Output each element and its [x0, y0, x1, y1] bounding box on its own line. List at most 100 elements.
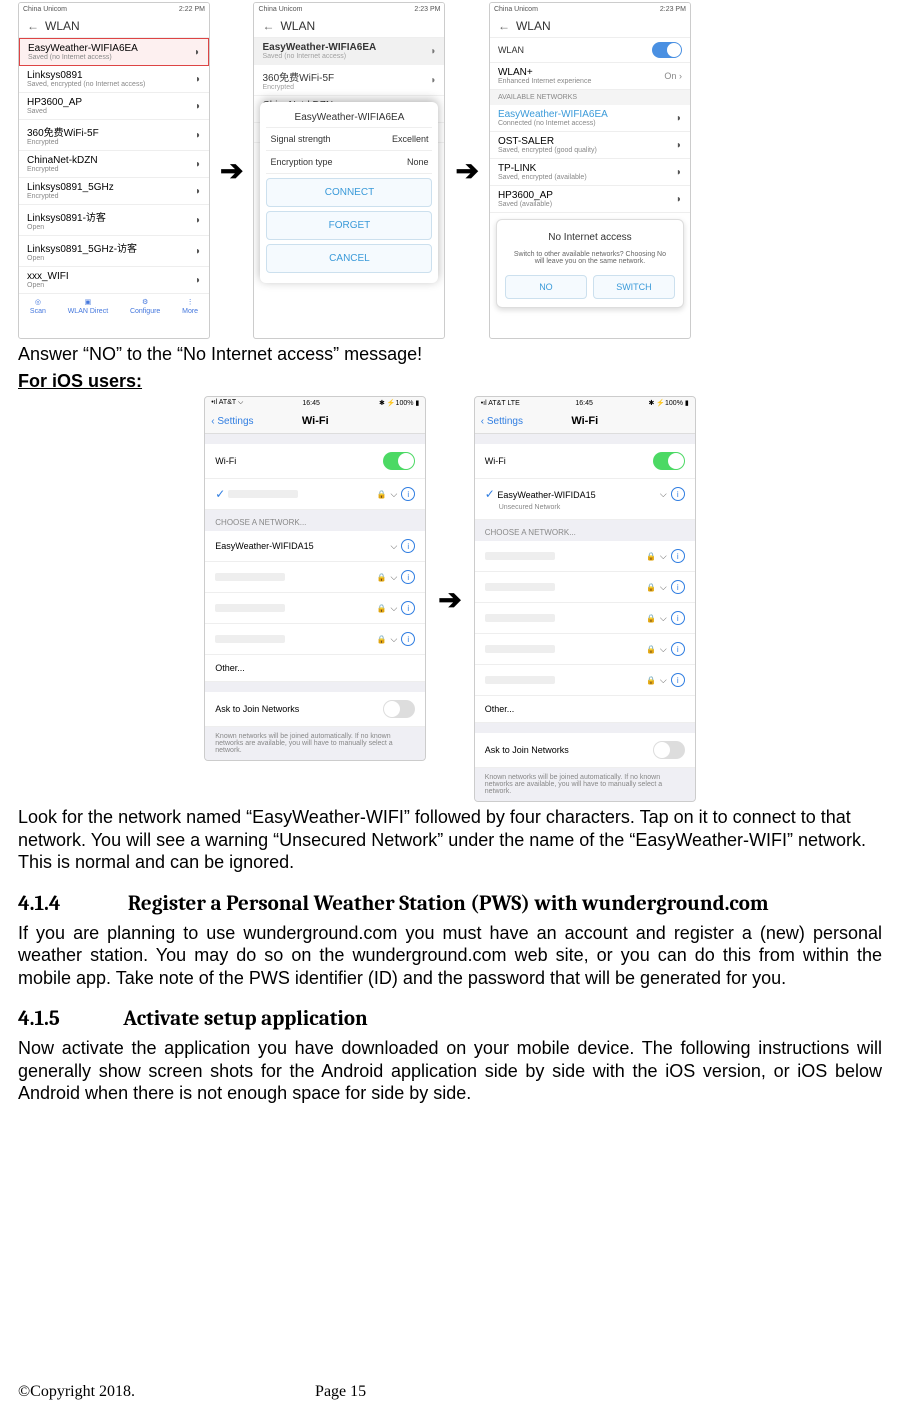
info-icon[interactable]: i — [671, 611, 685, 625]
ask-to-join-row[interactable]: Ask to Join Networks — [475, 733, 695, 768]
screen-title: WLAN — [45, 19, 80, 33]
wlan-plus-row[interactable]: WLAN+Enhanced Internet experience On › — [490, 63, 690, 90]
arrow-right-icon: ➔ — [455, 154, 478, 187]
wifi-network-row[interactable]: 🔒 ⌵ i — [205, 593, 425, 624]
info-icon[interactable]: i — [401, 570, 415, 584]
info-icon[interactable]: i — [671, 580, 685, 594]
wifi-network-row[interactable]: 🔒 ⌵ i — [475, 603, 695, 634]
info-icon[interactable]: i — [401, 632, 415, 646]
choose-network-header: CHOOSE A NETWORK... — [475, 520, 695, 541]
status-bar: China Unicom 2:23 PM — [490, 3, 690, 15]
arrow-right-icon: ➔ — [220, 154, 243, 187]
nav-bar: ‹ Settings Wi-Fi — [205, 409, 425, 434]
switch-button[interactable]: SWITCH — [593, 275, 675, 299]
forget-button[interactable]: FORGET — [266, 211, 432, 240]
choose-network-header: CHOOSE A NETWORK... — [205, 510, 425, 531]
configure-button[interactable]: ⚙Configure — [130, 298, 160, 315]
info-icon[interactable]: i — [401, 487, 415, 501]
wifi-network-row[interactable]: 🔒 ⌵ i — [475, 665, 695, 696]
wifi-item-connected[interactable]: EasyWeather-WIFIA6EAConnected (no Intern… — [490, 105, 690, 132]
back-icon[interactable]: ← — [262, 19, 274, 33]
nav-title: Wi-Fi — [302, 415, 329, 427]
info-icon[interactable]: i — [671, 642, 685, 656]
other-network-row[interactable]: Other... — [475, 696, 695, 723]
ask-to-join-row[interactable]: Ask to Join Networks — [205, 692, 425, 727]
section-4-1-4-paragraph: If you are planning to use wunderground.… — [18, 922, 882, 990]
wifi-signal-icon: ◗ — [676, 194, 682, 205]
info-icon[interactable]: i — [671, 673, 685, 687]
wifi-item[interactable]: HP3600_APSaved (available)◗ — [490, 186, 690, 213]
wifi-item[interactable]: 360免费WiFi-5FEncrypted◗ — [19, 120, 209, 151]
popup-message: Switch to other available networks? Choo… — [505, 247, 675, 269]
wifi-connected-row[interactable]: ✓ EasyWeather-WIFIDA15Unsecured Network … — [475, 479, 695, 520]
wifi-item[interactable]: Linksys0891-访客Open◗ — [19, 205, 209, 236]
ios-wifi-before: •ıl AT&T ⌵16:45✱ ⚡100% ▮ ‹ Settings Wi-F… — [204, 396, 426, 761]
wifi-item[interactable]: Linksys0891_5GHzEncrypted◗ — [19, 178, 209, 205]
info-icon[interactable]: i — [671, 487, 685, 501]
wifi-connected-row[interactable]: ✓ 🔒 ⌵ i — [205, 479, 425, 510]
wifi-item[interactable]: HP3600_APSaved◗ — [19, 93, 209, 120]
info-icon[interactable]: i — [671, 549, 685, 563]
page-footer: ©Copyright 2018. Page 15 — [18, 1383, 882, 1401]
back-settings-button[interactable]: ‹ Settings — [481, 416, 523, 427]
screen-title: WLAN — [280, 19, 315, 33]
ask-toggle[interactable] — [653, 741, 685, 759]
wifi-lock-icon: ◗ — [195, 130, 201, 141]
connect-button[interactable]: CONNECT — [266, 178, 432, 207]
wifi-signal-icon: ◗ — [194, 47, 200, 58]
wifi-toggle[interactable] — [383, 452, 415, 470]
wifi-item[interactable]: OST-SALERSaved, encrypted (good quality)… — [490, 132, 690, 159]
wifi-signal-icon: ◗ — [676, 113, 682, 124]
cancel-button[interactable]: CANCEL — [266, 244, 432, 273]
scan-button[interactable]: ◎Scan — [30, 298, 46, 315]
wifi-toggle[interactable] — [653, 452, 685, 470]
copyright-text: ©Copyright 2018. — [18, 1383, 135, 1401]
wifi-signal-icon: ◗ — [195, 101, 201, 112]
wifi-lock-icon: ◗ — [195, 186, 201, 197]
back-settings-button[interactable]: ‹ Settings — [211, 416, 253, 427]
nav-title: Wi-Fi — [571, 415, 598, 427]
back-icon[interactable]: ← — [498, 19, 510, 33]
section-4-1-5-paragraph: Now activate the application you have do… — [18, 1037, 882, 1105]
wifi-network-row[interactable]: EasyWeather-WIFIDA15⌵ i — [205, 531, 425, 562]
wlan-direct-button[interactable]: ▣WLAN Direct — [68, 298, 108, 315]
wifi-lock-icon: ◗ — [676, 140, 682, 151]
wifi-network-row[interactable]: 🔒 ⌵ i — [475, 541, 695, 572]
info-icon[interactable]: i — [401, 539, 415, 553]
page-number: Page 15 — [315, 1383, 366, 1401]
screen-title: WLAN — [516, 19, 551, 33]
wlan-toggle[interactable] — [652, 42, 682, 58]
modal-title: EasyWeather-WIFIA6EA — [266, 108, 432, 128]
wifi-item-selected[interactable]: EasyWeather-WIFIA6EASaved (no Internet a… — [19, 38, 209, 66]
other-network-row[interactable]: Other... — [205, 655, 425, 682]
section-4-1-4-heading: 4.1.4 Register a Personal Weather Statio… — [64, 892, 882, 916]
wifi-network-row[interactable]: 🔒 ⌵ i — [205, 624, 425, 655]
back-icon[interactable]: ← — [27, 19, 39, 33]
wifi-network-row[interactable]: 🔒 ⌵ i — [475, 572, 695, 603]
wifi-network-row[interactable]: 🔒 ⌵ i — [205, 562, 425, 593]
status-bar: China Unicom 2:22 PM — [19, 3, 209, 15]
checkmark-icon: ✓ — [215, 487, 225, 501]
no-button[interactable]: NO — [505, 275, 587, 299]
wifi-network-row[interactable]: 🔒 ⌵ i — [475, 634, 695, 665]
status-bar: •ıl AT&T ⌵16:45✱ ⚡100% ▮ — [205, 397, 425, 409]
wifi-item[interactable]: Linksys0891_5GHz-访客Open◗ — [19, 236, 209, 267]
wlan-toggle-row[interactable]: WLAN — [490, 38, 690, 63]
popup-title: No Internet access — [505, 228, 675, 247]
nav-bar: ‹ Settings Wi-Fi — [475, 409, 695, 434]
for-ios-heading: For iOS users: — [18, 370, 882, 393]
wifi-item[interactable]: ChinaNet-kDZNEncrypted◗ — [19, 151, 209, 178]
ask-footer: Known networks will be joined automatica… — [475, 768, 695, 801]
wifi-item[interactable]: xxx_WIFIOpen◗ — [19, 267, 209, 294]
wifi-item[interactable]: TP-LINKSaved, encrypted (available)◗ — [490, 159, 690, 186]
android-wlan-list-1: China Unicom 2:22 PM ← WLAN EasyWeather-… — [18, 2, 210, 339]
info-icon[interactable]: i — [401, 601, 415, 615]
wifi-toggle-row[interactable]: Wi-Fi — [205, 444, 425, 479]
wifi-item[interactable]: Linksys0891Saved, encrypted (no Internet… — [19, 66, 209, 93]
available-networks-header: AVAILABLE NETWORKS — [490, 90, 690, 105]
section-4-1-5-heading: 4.1.5 Activate setup application — [64, 1007, 882, 1031]
wifi-toggle-row[interactable]: Wi-Fi — [475, 444, 695, 479]
more-button[interactable]: ⋮More — [182, 298, 198, 315]
wifi-lock-icon: ◗ — [676, 167, 682, 178]
ask-toggle[interactable] — [383, 700, 415, 718]
